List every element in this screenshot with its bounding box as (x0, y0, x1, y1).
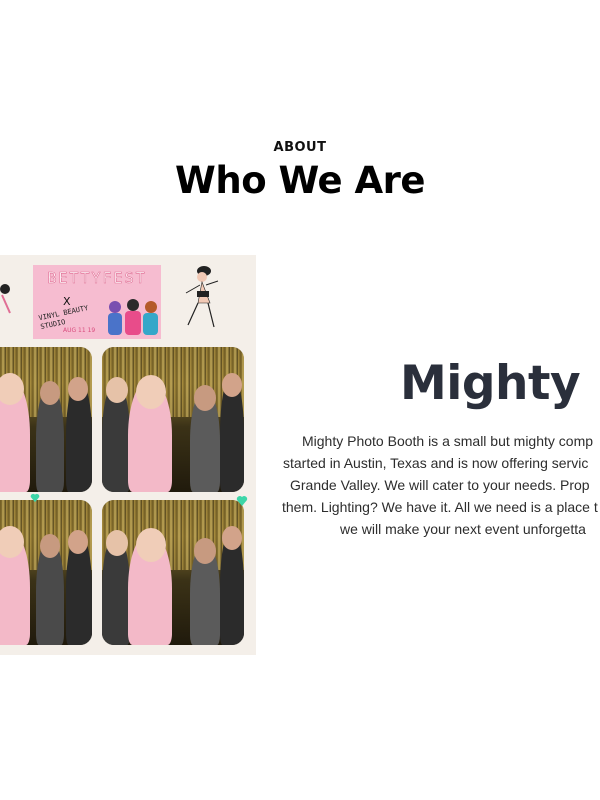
event-banner: BETTYFEST X VINYL BEAUTY STUDIO AUG 11 1… (33, 265, 161, 339)
doodle-dancer-icon (185, 266, 219, 328)
description-line: them. Lighting? We have it. All we need … (282, 499, 598, 515)
feature-heading: Mighty (400, 356, 581, 411)
banner-date: AUG 11 19 (63, 327, 96, 334)
about-page: ABOUT Who We Are BETTYFEST X VINYL BEAUT… (0, 0, 600, 800)
banner-x: X (63, 295, 71, 308)
banner-title: BETTYFEST (47, 269, 147, 288)
section-title: Who We Are (175, 159, 425, 202)
about-header: ABOUT Who We Are (0, 140, 600, 202)
section-eyebrow: ABOUT (273, 140, 327, 155)
doodle-figure-left-icon (0, 284, 11, 314)
description-line: Mighty Photo Booth is a small but mighty… (302, 433, 594, 449)
description-line: we will make your next event unforgetta (340, 521, 586, 537)
description-line: started in Austin, Texas and is now offe… (283, 455, 589, 471)
feature-description: Mighty Photo Booth is a small but mighty… (0, 430, 600, 550)
banner-illustration (108, 299, 158, 335)
description-line: Grande Valley. We will cater to your nee… (290, 477, 590, 493)
